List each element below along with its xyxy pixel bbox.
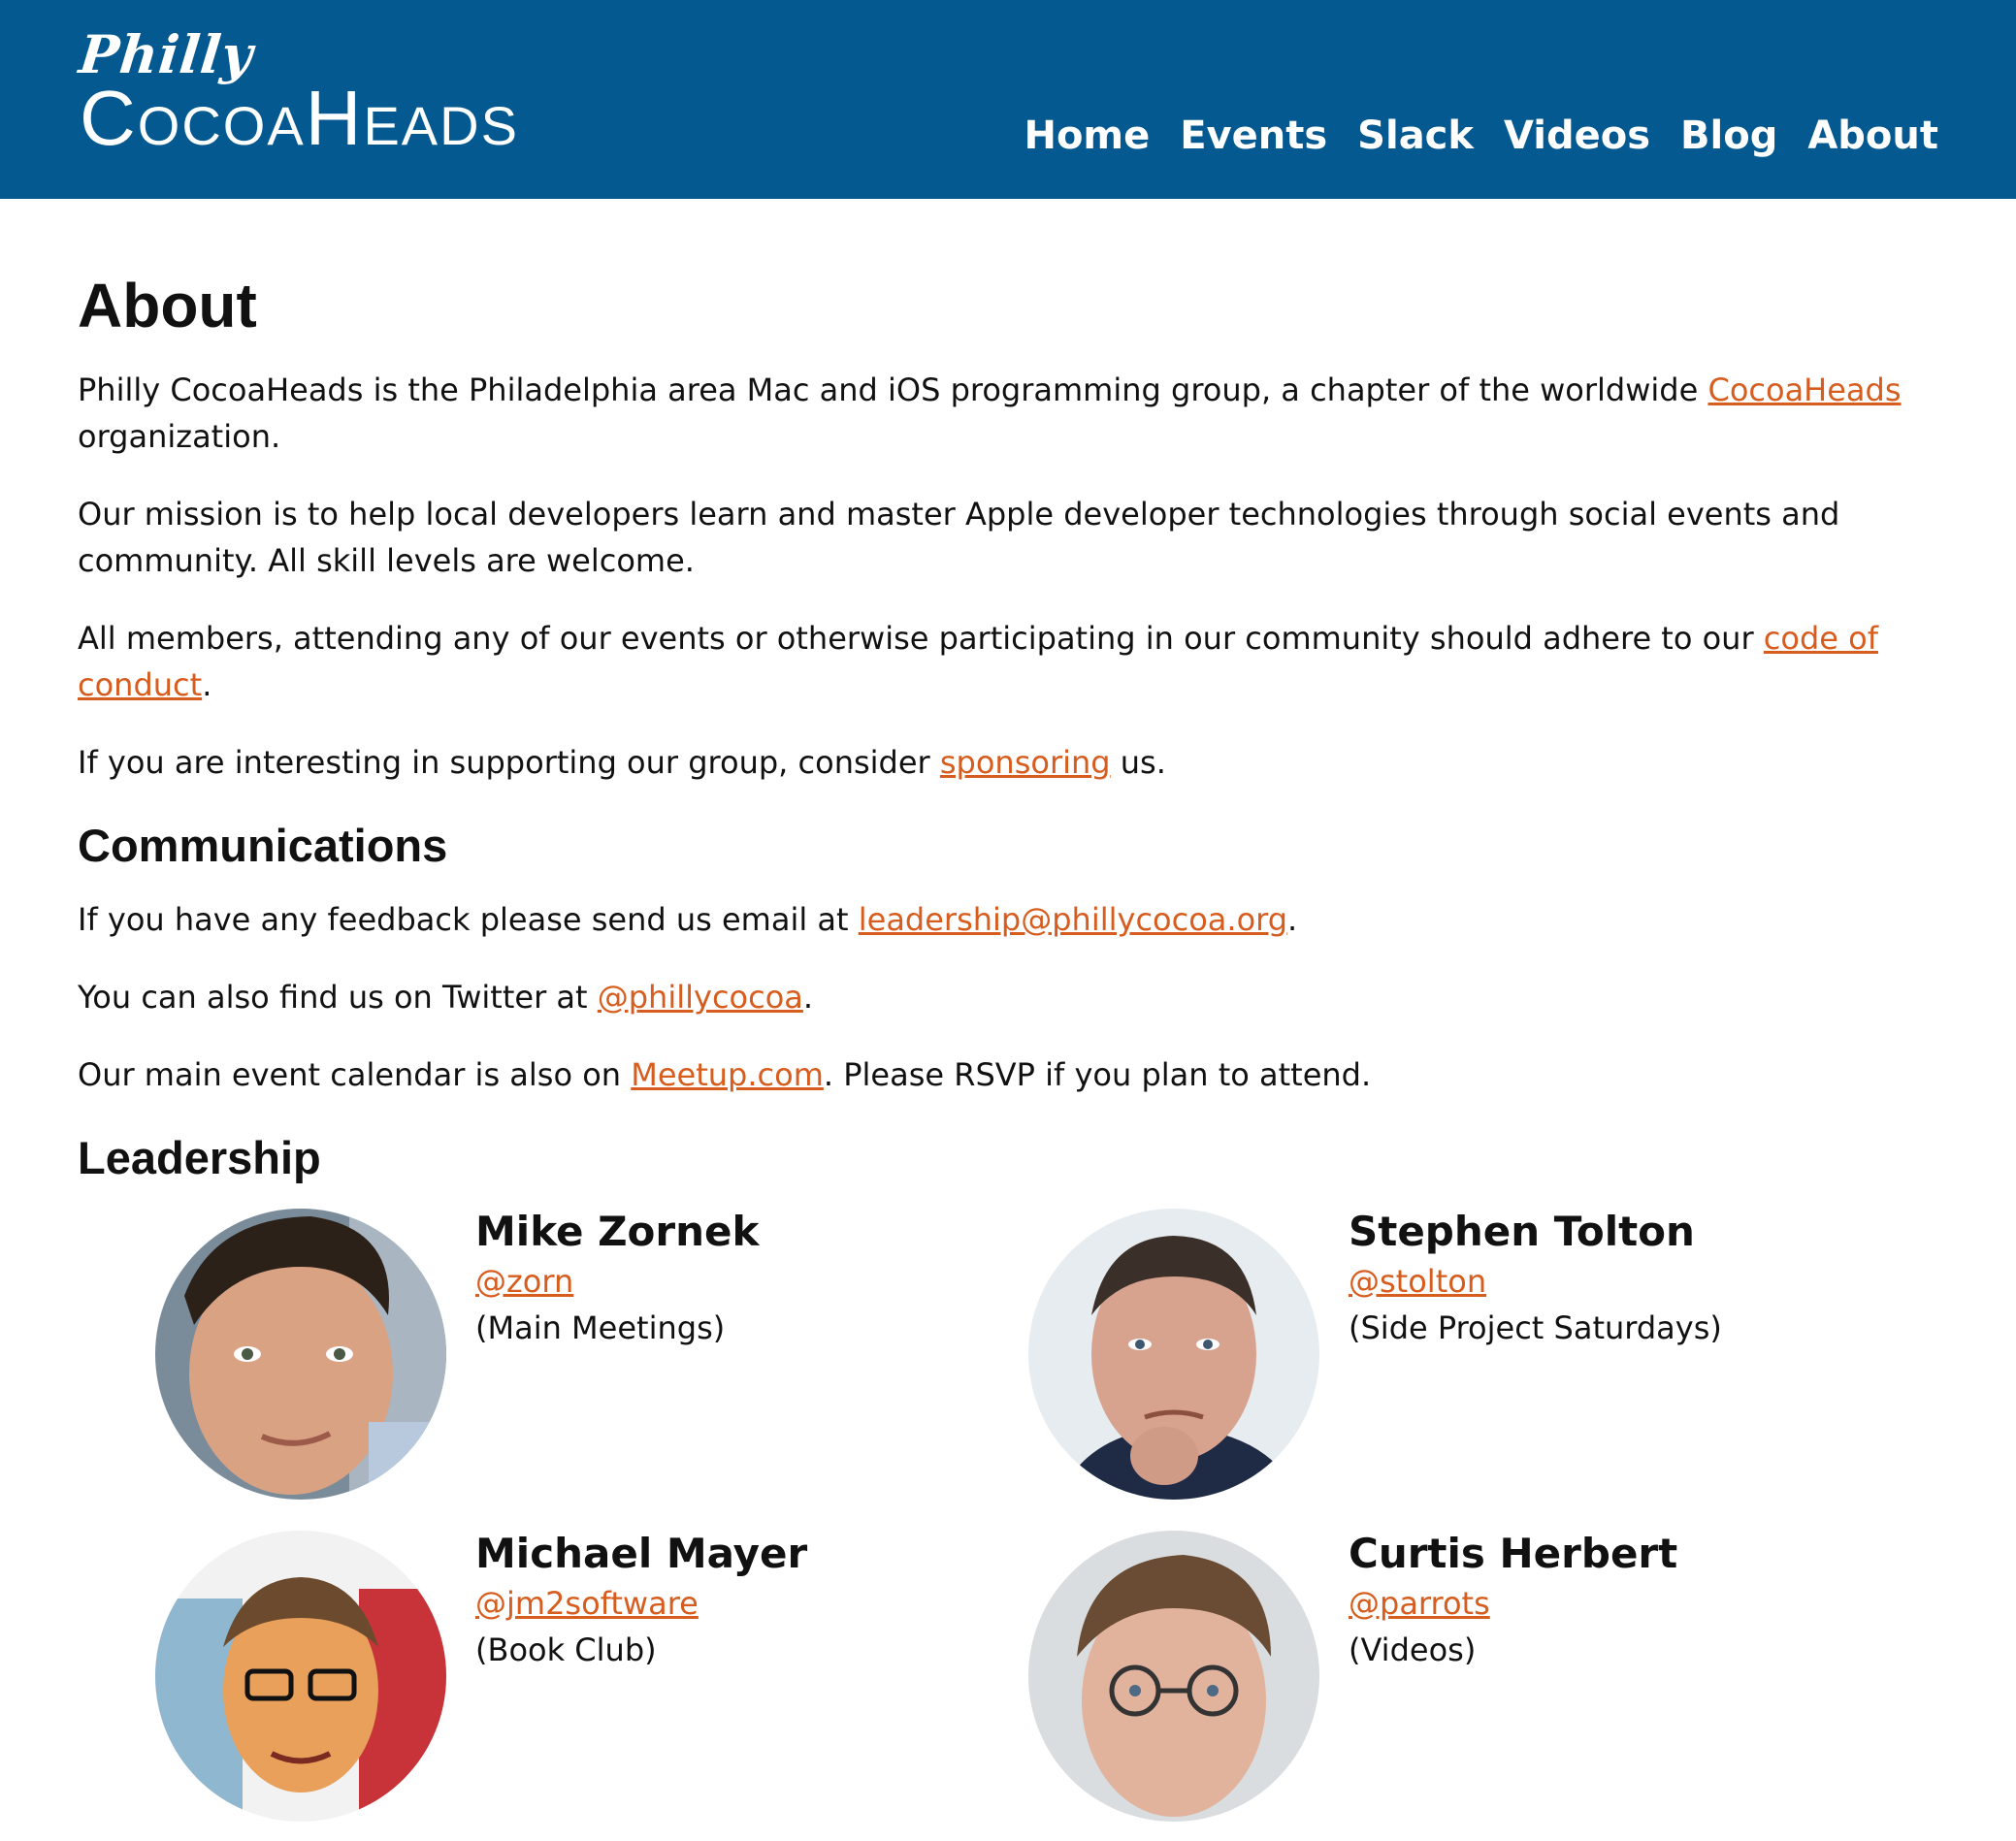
- leader-card: Mike Zornek @zorn (Main Meetings): [155, 1208, 931, 1519]
- leader-twitter-link[interactable]: @jm2software: [475, 1581, 807, 1626]
- avatar: [1028, 1209, 1319, 1500]
- intro-text-post: organization.: [78, 418, 281, 455]
- leader-card: Michael Mayer @jm2software (Book Club): [155, 1530, 931, 1841]
- leader-role: (Main Meetings): [475, 1309, 726, 1346]
- intro-text-pre: Philly CocoaHeads is the Philadelphia ar…: [78, 371, 1708, 408]
- cocoaheads-link[interactable]: CocoaHeads: [1707, 371, 1901, 408]
- feedback-text-pre: If you have any feedback please send us …: [78, 901, 859, 938]
- leader-name: Michael Mayer: [475, 1530, 808, 1577]
- avatar: [155, 1531, 446, 1822]
- communications-heading: Communications: [78, 820, 448, 871]
- feedback-paragraph: If you have any feedback please send us …: [78, 896, 1938, 943]
- leader-twitter-link[interactable]: @parrots: [1349, 1581, 1677, 1626]
- twitter-paragraph: You can also find us on Twitter at @phil…: [78, 974, 1938, 1020]
- conduct-text-pre: All members, attending any of our events…: [78, 620, 1764, 657]
- meetup-paragraph: Our main event calendar is also on Meetu…: [78, 1051, 1938, 1098]
- avatar-photo-icon: [155, 1531, 446, 1822]
- avatar-photo-icon: [1028, 1209, 1319, 1500]
- feedback-text-post: .: [1287, 901, 1298, 938]
- avatar-photo-icon: [1028, 1531, 1319, 1822]
- leader-info: Michael Mayer @jm2software (Book Club): [475, 1527, 807, 1674]
- logo-caps-text: CocoaHeads: [80, 75, 519, 161]
- intro-paragraph: Philly CocoaHeads is the Philadelphia ar…: [78, 367, 1938, 460]
- meetup-text-pre: Our main event calendar is also on: [78, 1056, 632, 1093]
- leader-info: Mike Zornek @zorn (Main Meetings): [475, 1205, 759, 1352]
- nav-events[interactable]: Events: [1180, 109, 1327, 163]
- site-header: Philly CocoaHeads Home Events Slack Vide…: [0, 0, 2016, 199]
- conduct-paragraph: All members, attending any of our events…: [78, 615, 1938, 708]
- leader-card: Curtis Herbert @parrots (Videos): [1028, 1530, 1805, 1841]
- avatar: [155, 1209, 446, 1500]
- leader-card: Stephen Tolton @stolton (Side Project Sa…: [1028, 1208, 1805, 1519]
- leader-name: Mike Zornek: [475, 1208, 760, 1255]
- nav-about[interactable]: About: [1807, 109, 1938, 163]
- leader-info: Curtis Herbert @parrots (Videos): [1349, 1527, 1677, 1674]
- twitter-link[interactable]: @phillycocoa: [598, 979, 803, 1016]
- logo-script-text: Philly: [76, 23, 257, 85]
- leadership-heading: Leadership: [78, 1132, 321, 1183]
- sponsor-text-pre: If you are interesting in supporting our…: [78, 744, 940, 781]
- leader-twitter-link[interactable]: @stolton: [1349, 1259, 1722, 1304]
- leader-role: (Side Project Saturdays): [1349, 1309, 1722, 1346]
- mission-paragraph: Our mission is to help local developers …: [78, 496, 1840, 579]
- leader-name: Curtis Herbert: [1349, 1530, 1678, 1577]
- main-nav: Home Events Slack Videos Blog About: [1024, 109, 1938, 163]
- leader-twitter-link[interactable]: @zorn: [475, 1259, 759, 1304]
- leader-role: (Book Club): [475, 1631, 657, 1668]
- avatar: [1028, 1531, 1319, 1822]
- sponsor-paragraph: If you are interesting in supporting our…: [78, 739, 1938, 786]
- main-content: About Philly CocoaHeads is the Philadelp…: [78, 268, 1938, 1822]
- meetup-link[interactable]: Meetup.com: [631, 1056, 824, 1093]
- leader-info: Stephen Tolton @stolton (Side Project Sa…: [1349, 1205, 1722, 1352]
- site-logo[interactable]: Philly CocoaHeads: [76, 23, 519, 161]
- twitter-text-post: .: [802, 979, 814, 1016]
- nav-blog[interactable]: Blog: [1680, 109, 1777, 163]
- email-link[interactable]: leadership@phillycocoa.org: [859, 901, 1287, 938]
- page-title: About: [78, 271, 257, 340]
- leader-name: Stephen Tolton: [1349, 1208, 1695, 1255]
- leader-role: (Videos): [1349, 1631, 1477, 1668]
- sponsor-text-post: us.: [1110, 744, 1166, 781]
- conduct-text-post: .: [202, 666, 212, 703]
- nav-home[interactable]: Home: [1024, 109, 1150, 163]
- avatar-photo-icon: [155, 1209, 446, 1500]
- nav-slack[interactable]: Slack: [1357, 109, 1474, 163]
- meetup-text-post: . Please RSVP if you plan to attend.: [823, 1056, 1372, 1093]
- twitter-text-pre: You can also find us on Twitter at: [78, 979, 598, 1016]
- nav-videos[interactable]: Videos: [1504, 109, 1650, 163]
- sponsoring-link[interactable]: sponsoring: [940, 744, 1111, 781]
